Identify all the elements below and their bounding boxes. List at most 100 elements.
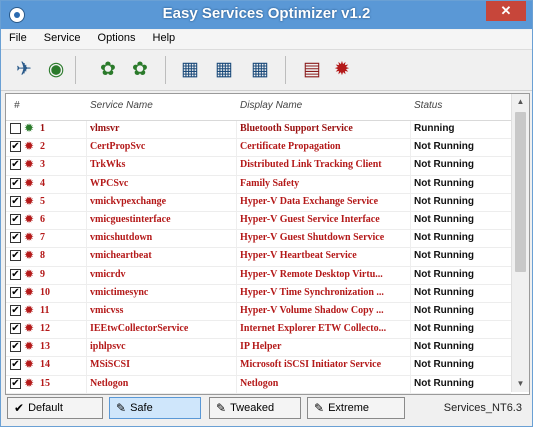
service-gear-icon: ✹ [24,211,35,226]
row-checkbox[interactable]: ✔ [10,177,21,189]
column-header-status[interactable]: Status [414,100,442,111]
row-display-name: Family Safety [240,177,300,189]
tool-f-icon: ▦ [215,58,233,80]
table-row[interactable]: ✔ ✹ 10 vmictimesync Hyper-V Time Synchroniza… [6,285,511,303]
row-checkbox[interactable]: ✔ [10,286,21,298]
table-row[interactable]: ✔ ✹ 6 vmicguestinterface Hyper-V Guest Servi… [6,211,511,231]
table-row[interactable]: ✔ ✹ 15 Netlogon Netlogon Not Running [6,376,511,394]
row-service-name: vmicvss [90,304,124,316]
service-gear-icon: ✹ [24,230,35,245]
mode-extreme-button[interactable]: ✎ Extreme [307,397,405,419]
row-display-name: Hyper-V Data Exchange Service [240,195,379,207]
scroll-up-icon[interactable]: ▲ [512,94,529,110]
row-status: Not Running [414,341,474,353]
row-status: Not Running [414,213,474,225]
vertical-scrollbar[interactable]: ▲ ▼ [511,94,529,392]
row-display-name: Distributed Link Tracking Client [240,159,382,171]
table-row[interactable]: ✔ ✹ 8 vmicheartbeat Hyper-V Heartbeat Servic… [6,248,511,267]
row-number: 7 [40,232,45,244]
table-row[interactable]: ✔ ✹ 5 vmickvpexchange Hyper-V Data Exchange … [6,194,511,212]
table-row[interactable]: ✹ 1 vlmsvr Bluetooth Support Service Running [6,121,511,140]
services-list[interactable]: # Service Name Display Name Status ✹ 1 vlm… [5,93,530,395]
service-gear-icon: ✹ [24,375,35,390]
toolbar-button-5[interactable]: ▦ [177,56,203,82]
toolbar-button-2[interactable]: ◉ [43,56,69,82]
row-service-name: vmicrdv [90,268,126,280]
row-service-name: vmicguestinterface [90,213,171,225]
row-checkbox[interactable]: ✔ [10,268,21,280]
row-checkbox[interactable]: ✔ [10,377,21,389]
row-checkbox[interactable]: ✔ [10,250,21,262]
row-service-name: CertPropSvc [90,141,146,153]
toolbar-button-1[interactable]: ✈ [11,56,37,82]
toolbar-button-4[interactable]: ✿ [127,56,153,82]
row-checkbox[interactable]: ✔ [10,141,21,153]
toolbar-separator [165,56,166,84]
row-display-name: Hyper-V Guest Service Interface [240,213,380,225]
column-header-number[interactable]: # [14,100,20,111]
row-number: 10 [40,286,50,298]
table-row[interactable]: ✔ ✹ 7 vmicshutdown Hyper-V Guest Shutdown Se… [6,230,511,249]
row-checkbox[interactable]: ✔ [10,213,21,225]
menu-service[interactable]: Service [38,30,87,46]
menu-options[interactable]: Options [92,30,142,46]
row-number: 14 [40,359,50,371]
row-display-name: Hyper-V Remote Desktop Virtu... [240,268,383,280]
table-row[interactable]: ✔ ✹ 3 TrkWks Distributed Link Tracking Clien… [6,157,511,176]
tool-d-icon: ✿ [132,58,148,80]
service-gear-icon: ✹ [24,157,35,172]
row-checkbox[interactable]: ✔ [10,159,21,171]
table-row[interactable]: ✔ ✹ 13 iphlpsvc IP Helper Not Running [6,339,511,358]
toolbar-button-6[interactable]: ▦ [211,56,237,82]
row-display-name: Microsoft iSCSI Initiator Service [240,359,382,371]
tool-h-icon: ▤ [303,58,321,80]
row-checkbox[interactable]: ✔ [10,341,21,353]
row-checkbox[interactable] [10,123,21,134]
row-number: 8 [40,250,45,262]
row-checkbox[interactable]: ✔ [10,304,21,316]
toolbar-separator [285,56,286,84]
column-header-display-name[interactable]: Display Name [240,100,302,111]
row-checkbox[interactable]: ✔ [10,359,21,371]
row-number: 11 [40,304,50,316]
mode-tweaked-button[interactable]: ✎ Tweaked [209,397,301,419]
row-checkbox[interactable]: ✔ [10,232,21,244]
table-row[interactable]: ✔ ✹ 12 IEEtwCollectorService Internet Explor… [6,321,511,340]
toolbar-button-8[interactable]: ▤ [299,56,325,82]
row-number: 1 [40,123,45,134]
row-status: Not Running [414,141,474,153]
row-service-name: vmictimesync [90,286,149,298]
tool-e-icon: ▦ [181,58,199,80]
scroll-down-icon[interactable]: ▼ [512,376,529,392]
table-row[interactable]: ✔ ✹ 2 CertPropSvc Certificate Propagation Not… [6,139,511,158]
row-status: Not Running [414,177,474,189]
service-gear-icon: ✹ [24,266,35,281]
toolbar-button-9[interactable]: ✹ [329,56,355,82]
row-status: Not Running [414,250,474,262]
table-row[interactable]: ✔ ✹ 11 vmicvss Hyper-V Volume Shadow Copy ..… [6,303,511,322]
mode-safe-button[interactable]: ✎ Safe [109,397,201,419]
title-bar[interactable]: Easy Services Optimizer v1.2 ✕ [1,1,532,29]
table-row[interactable]: ✔ ✹ 4 WPCSvc Family Safety Not Running [6,176,511,194]
system-version: Services_NT6.3 [443,402,522,414]
row-checkbox[interactable]: ✔ [10,195,21,207]
column-header-service-name[interactable]: Service Name [90,100,153,111]
mode-tweaked-label: Tweaked [230,402,275,414]
scroll-thumb[interactable] [515,112,526,272]
toolbar-button-7[interactable]: ▦ [247,56,273,82]
table-row[interactable]: ✔ ✹ 9 vmicrdv Hyper-V Remote Desktop Virtu..… [6,267,511,285]
mode-safe-label: Safe [130,402,153,414]
tool-i-icon: ✹ [334,58,350,80]
row-status: Not Running [414,159,474,171]
menu-help[interactable]: Help [147,30,182,46]
close-button[interactable]: ✕ [486,1,526,21]
service-gear-icon: ✹ [24,248,35,263]
toolbar-button-3[interactable]: ✿ [95,56,121,82]
row-status: Not Running [414,359,474,371]
service-gear-icon: ✹ [24,284,35,299]
row-checkbox[interactable]: ✔ [10,323,21,335]
mode-default-button[interactable]: ✔ Default [7,397,103,419]
menu-file[interactable]: File [3,30,33,46]
table-row[interactable]: ✔ ✹ 14 MSiSCSI Microsoft iSCSI Initiator Ser… [6,357,511,376]
service-gear-icon: ✹ [24,339,35,354]
